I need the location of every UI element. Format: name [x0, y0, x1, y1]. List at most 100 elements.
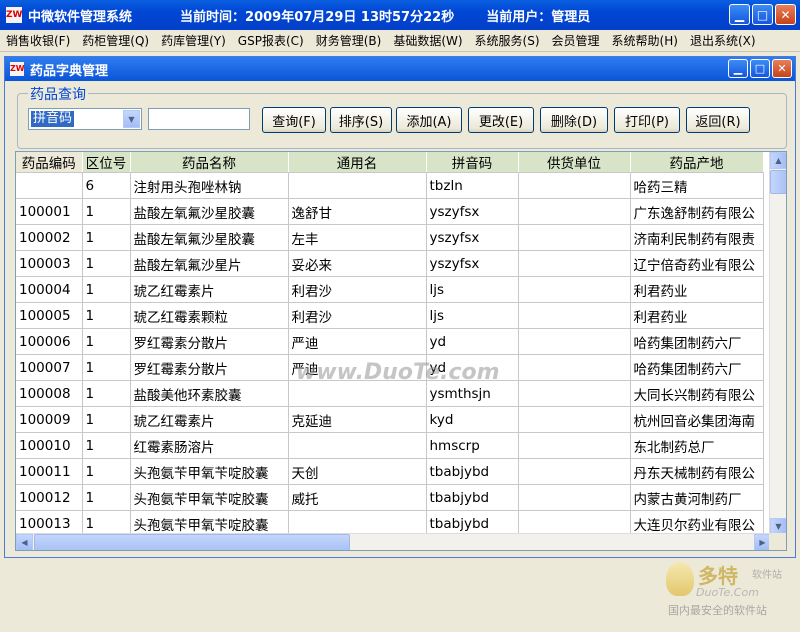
menu-help[interactable]: 系统帮助(H)	[606, 32, 684, 49]
cell-generic-name[interactable]: 严迪	[288, 328, 427, 355]
cell-name[interactable]: 注射用头孢唑林钠	[130, 172, 289, 199]
cell-generic-name[interactable]	[288, 380, 427, 407]
cell-generic-name[interactable]: 天创	[288, 458, 427, 485]
cell-name[interactable]: 盐酸左氧氟沙星胶囊	[130, 224, 289, 251]
menu-warehouse[interactable]: 药库管理(Y)	[155, 32, 232, 49]
table-row[interactable]: 100003 1 盐酸左氧氟沙星片 妥必来 yszyfsx 辽宁倍奇药业有限公	[16, 250, 764, 277]
cell-supplier[interactable]	[518, 328, 631, 355]
cell-supplier[interactable]	[518, 172, 631, 199]
cell-generic-name[interactable]: 逸舒甘	[288, 198, 427, 225]
cell-code[interactable]: 100002	[16, 224, 83, 251]
cell-generic-name[interactable]: 克延迪	[288, 406, 427, 433]
cell-pinyin[interactable]: yd	[426, 328, 519, 355]
cell-pinyin[interactable]: ljs	[426, 302, 519, 329]
cell-code[interactable]: 100001	[16, 198, 83, 225]
col-header-location[interactable]: 区位号	[82, 152, 131, 173]
cell-pinyin[interactable]: ysmthsjn	[426, 380, 519, 407]
cell-supplier[interactable]	[518, 250, 631, 277]
cell-origin[interactable]: 辽宁倍奇药业有限公	[630, 250, 764, 277]
cell-origin[interactable]: 利君药业	[630, 276, 764, 303]
cell-name[interactable]: 盐酸左氧氟沙星胶囊	[130, 198, 289, 225]
query-button[interactable]: 查询(F)	[262, 107, 326, 133]
cell-name[interactable]: 头孢氨苄甲氧苄啶胶囊	[130, 458, 289, 485]
cell-generic-name[interactable]: 左丰	[288, 224, 427, 251]
cell-supplier[interactable]	[518, 406, 631, 433]
cell-location[interactable]: 1	[82, 328, 131, 355]
menu-gsp-report[interactable]: GSP报表(C)	[232, 32, 310, 49]
cell-origin[interactable]: 哈药三精	[630, 172, 764, 199]
search-field-select[interactable]: 拼音码 ▼	[28, 108, 142, 130]
cell-pinyin[interactable]: ljs	[426, 276, 519, 303]
cell-supplier[interactable]	[518, 432, 631, 459]
table-row[interactable]: 100007 1 罗红霉素分散片 严迪 yd 哈药集团制药六厂	[16, 354, 764, 381]
cell-generic-name[interactable]	[288, 432, 427, 459]
vertical-scroll-thumb[interactable]	[770, 170, 786, 194]
add-button[interactable]: 添加(A)	[396, 107, 462, 133]
cell-pinyin[interactable]: tbabjybd	[426, 484, 519, 511]
close-button[interactable]: ✕	[775, 4, 796, 25]
search-input[interactable]	[148, 108, 250, 130]
cell-location[interactable]: 1	[82, 380, 131, 407]
cell-origin[interactable]: 济南利民制药有限责	[630, 224, 764, 251]
cell-code[interactable]: 100005	[16, 302, 83, 329]
sort-button[interactable]: 排序(S)	[330, 107, 392, 133]
cell-generic-name[interactable]: 妥必来	[288, 250, 427, 277]
scroll-up-icon[interactable]: ▲	[770, 152, 786, 169]
cell-code[interactable]: 100006	[16, 328, 83, 355]
cell-name[interactable]: 罗红霉素分散片	[130, 328, 289, 355]
cell-code[interactable]: 100003	[16, 250, 83, 277]
table-row[interactable]: 6 注射用头孢唑林钠 tbzln 哈药三精	[16, 172, 764, 199]
cell-pinyin[interactable]: kyd	[426, 406, 519, 433]
cell-origin[interactable]: 丹东天械制药有限公	[630, 458, 764, 485]
cell-location[interactable]: 1	[82, 484, 131, 511]
menu-exit[interactable]: 退出系统(X)	[684, 32, 762, 49]
col-header-pinyin[interactable]: 拼音码	[426, 152, 519, 173]
cell-code[interactable]: 100011	[16, 458, 83, 485]
cell-origin[interactable]: 广东逸舒制药有限公	[630, 198, 764, 225]
menu-base-data[interactable]: 基础数据(W)	[387, 32, 468, 49]
cell-pinyin[interactable]: yszyfsx	[426, 198, 519, 225]
child-minimize-button[interactable]: ▁	[728, 59, 748, 78]
cell-name[interactable]: 罗红霉素分散片	[130, 354, 289, 381]
cell-code[interactable]: 100004	[16, 276, 83, 303]
menu-member[interactable]: 会员管理	[546, 32, 606, 49]
table-row[interactable]: 100001 1 盐酸左氧氟沙星胶囊 逸舒甘 yszyfsx 广东逸舒制药有限公	[16, 198, 764, 225]
table-row[interactable]: 100009 1 琥乙红霉素片 克延迪 kyd 杭州回音必集团海南	[16, 406, 764, 433]
cell-generic-name[interactable]	[288, 172, 427, 199]
table-row[interactable]: 100010 1 红霉素肠溶片 hmscrp 东北制药总厂	[16, 432, 764, 459]
cell-location[interactable]: 1	[82, 302, 131, 329]
cell-supplier[interactable]	[518, 276, 631, 303]
col-header-supplier[interactable]: 供货单位	[518, 152, 631, 173]
cell-name[interactable]: 红霉素肠溶片	[130, 432, 289, 459]
cell-location[interactable]: 1	[82, 458, 131, 485]
cell-code[interactable]: 100012	[16, 484, 83, 511]
cell-code[interactable]: 100008	[16, 380, 83, 407]
cell-code[interactable]: 100010	[16, 432, 83, 459]
cell-supplier[interactable]	[518, 458, 631, 485]
cell-location[interactable]: 1	[82, 432, 131, 459]
horizontal-scroll-thumb[interactable]	[34, 534, 350, 550]
cell-supplier[interactable]	[518, 198, 631, 225]
cell-pinyin[interactable]: yszyfsx	[426, 250, 519, 277]
vertical-scrollbar[interactable]: ▲ ▼	[769, 152, 786, 535]
cell-name[interactable]: 琥乙红霉素片	[130, 276, 289, 303]
menu-system-service[interactable]: 系统服务(S)	[469, 32, 546, 49]
cell-location[interactable]: 1	[82, 406, 131, 433]
cell-generic-name[interactable]: 威托	[288, 484, 427, 511]
table-row[interactable]: 100006 1 罗红霉素分散片 严迪 yd 哈药集团制药六厂	[16, 328, 764, 355]
minimize-button[interactable]: ▁	[729, 4, 750, 25]
cell-origin[interactable]: 内蒙古黄河制药厂	[630, 484, 764, 511]
cell-supplier[interactable]	[518, 484, 631, 511]
print-button[interactable]: 打印(P)	[614, 107, 680, 133]
cell-name[interactable]: 琥乙红霉素片	[130, 406, 289, 433]
cell-location[interactable]: 1	[82, 224, 131, 251]
col-header-name[interactable]: 药品名称	[130, 152, 289, 173]
cell-location[interactable]: 6	[82, 172, 131, 199]
cell-origin[interactable]: 利君药业	[630, 302, 764, 329]
cell-name[interactable]: 琥乙红霉素颗粒	[130, 302, 289, 329]
cell-pinyin[interactable]: hmscrp	[426, 432, 519, 459]
cell-generic-name[interactable]: 严迪	[288, 354, 427, 381]
table-row[interactable]: 100012 1 头孢氨苄甲氧苄啶胶囊 威托 tbabjybd 内蒙古黄河制药厂	[16, 484, 764, 511]
menu-finance[interactable]: 财务管理(B)	[310, 32, 388, 49]
table-row[interactable]: 100004 1 琥乙红霉素片 利君沙 ljs 利君药业	[16, 276, 764, 303]
